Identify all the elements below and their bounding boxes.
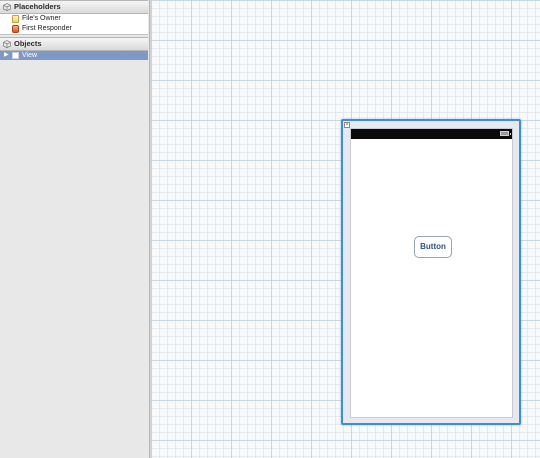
- placeholders-section-header[interactable]: Placeholders: [0, 0, 148, 14]
- list-item-label: View: [22, 52, 38, 59]
- rounded-rect-button[interactable]: Button: [414, 236, 452, 258]
- objects-title: Objects: [14, 39, 42, 48]
- placeholders-title: Placeholders: [14, 2, 61, 11]
- list-item-label: First Responder: [22, 25, 72, 32]
- objects-section-header[interactable]: Objects: [0, 37, 148, 51]
- view-content[interactable]: Button: [350, 128, 513, 418]
- list-item-first-responder[interactable]: First Responder: [0, 24, 148, 34]
- view-icon: [12, 52, 19, 59]
- disclosure-triangle-icon[interactable]: ▶: [4, 51, 9, 60]
- placeholders-list: File's Owner First Responder: [0, 14, 148, 35]
- first-responder-icon: [12, 25, 19, 33]
- files-owner-icon: [12, 15, 19, 23]
- battery-icon: [500, 131, 511, 136]
- list-item-label: File's Owner: [22, 15, 61, 22]
- interface-builder-window: Placeholders File's Owner First Responde…: [0, 0, 540, 458]
- document-outline-panel: Placeholders File's Owner First Responde…: [0, 0, 150, 458]
- status-bar: [351, 129, 512, 139]
- objects-list: ▶ View: [0, 51, 148, 61]
- list-item-files-owner[interactable]: File's Owner: [0, 14, 148, 24]
- selected-view[interactable]: × Button: [341, 119, 521, 425]
- cube-icon: [3, 3, 11, 11]
- list-item-view[interactable]: ▶ View: [0, 51, 148, 60]
- cube-icon: [3, 40, 11, 48]
